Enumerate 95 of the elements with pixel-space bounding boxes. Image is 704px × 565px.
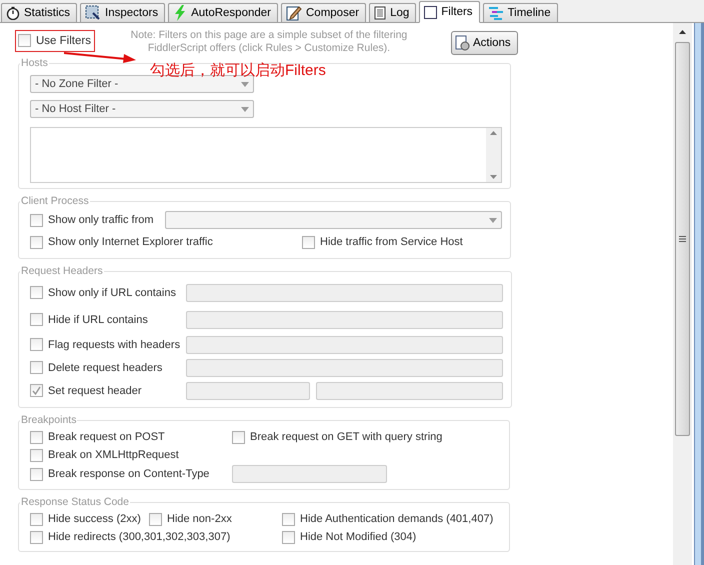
grip-icon [679,236,686,242]
checkbox[interactable] [282,512,295,526]
checkbox-text: Use Filters [36,34,91,46]
checkbox-label[interactable]: Show only if URL contains [30,286,176,299]
group-title: Hosts [20,57,49,69]
header-name-field[interactable] [186,382,310,400]
tab[interactable]: Filters [419,1,480,23]
checkbox-label[interactable]: Hide non-2xx [149,512,232,526]
checkbox[interactable] [30,214,43,226]
scroll-down-icon[interactable] [490,175,497,179]
content-type-field[interactable] [232,465,387,483]
lightning-icon [173,5,188,21]
checkbox-text: Hide success (2xx) [48,513,141,525]
checkbox[interactable] [18,34,31,47]
checkbox[interactable] [30,448,43,462]
checkbox-label[interactable]: Hide if URL contains [30,313,148,326]
checkbox-text: Break on XMLHttpRequest [48,449,179,461]
checkbox-text: Set request header [48,384,142,396]
tab[interactable]: Composer [281,3,366,22]
checkbox[interactable] [30,236,43,248]
use-filters-checkbox[interactable]: Use Filters [18,34,91,47]
checkbox[interactable] [30,313,43,326]
checkbox[interactable] [30,361,43,374]
text-field[interactable] [186,358,503,376]
checkbox[interactable] [30,430,43,444]
gear-document-icon [454,35,471,51]
checkbox-label[interactable]: Hide success (2xx) [30,512,141,526]
checkbox-text: Delete request headers [48,362,162,374]
checkbox[interactable] [282,530,295,544]
group-title: Breakpoints [20,414,78,426]
header-value-field[interactable] [316,382,503,400]
checkbox-text: Show only traffic from [48,214,154,226]
arrow-icon [64,50,138,64]
checkbox-label[interactable]: Hide Not Modified (304) [282,530,416,544]
checkbox-text: Hide Authentication demands (401,407) [300,513,494,525]
checkbox-label[interactable]: Set request header [30,384,142,397]
dropdown-arrow-icon [489,218,497,222]
checkbox-label[interactable]: Show only traffic from [30,214,154,226]
checkbox-text: Hide traffic from Service Host [320,236,463,248]
tab[interactable]: Timeline [482,3,558,22]
scrollbar[interactable] [673,23,692,565]
dropdown-arrow-icon [241,82,249,86]
checkbox-text: Show only Internet Explorer traffic [48,236,213,248]
checkbox[interactable] [30,512,43,526]
checkbox-text: Show only if URL contains [48,286,176,298]
checkbox[interactable] [30,468,43,480]
checkbox[interactable] [30,530,43,544]
text-field[interactable] [186,310,503,328]
text-field[interactable] [186,336,503,354]
tab[interactable]: Log [369,3,416,22]
checkbox-label[interactable]: Hide Authentication demands (401,407) [282,512,494,526]
group-title: Client Process [20,195,90,207]
actions-button[interactable]: Actions [450,31,518,55]
checkbox[interactable] [30,286,43,299]
group-title: Request Headers [20,265,104,277]
process-dropdown[interactable] [165,211,502,229]
checkbox-label[interactable]: Break request on POST [30,430,165,444]
checkbox-text: Break request on GET with query string [250,431,442,443]
checkbox-text: Hide redirects (300,301,302,303,307) [48,531,230,543]
checkbox-label[interactable]: Hide traffic from Service Host [302,236,463,248]
note-text: Note: Filters on this page are a simple subset of the filtering FiddlerScript offers (click Rules > Customize Rules). [130,29,408,55]
tab[interactable]: Statistics [1,3,78,22]
square-icon [424,6,438,18]
checkbox-label[interactable]: Delete request headers [30,361,162,374]
grid-icon [85,5,102,21]
pencil-note-icon [286,5,302,21]
host-filter-dropdown[interactable]: - No Host Filter - [30,100,254,118]
checkbox-label[interactable]: Break request on GET with query string [232,430,442,444]
scrollbar[interactable] [486,128,501,182]
tab[interactable]: AutoResponder [168,3,278,22]
checkbox-label[interactable]: Hide redirects (300,301,302,303,307) [30,530,230,544]
checkbox[interactable] [232,430,245,444]
group-title: Response Status Code [20,496,130,508]
dropdown-arrow-icon [241,106,249,112]
timeline-icon [488,6,504,20]
scroll-thumb[interactable] [675,42,690,436]
checkbox-text: Flag requests with headers [48,338,180,350]
checkbox-text: Hide if URL contains [48,314,148,326]
checkbox-text: Break response on Content-Type [48,468,210,480]
hosts-text-area[interactable] [30,127,502,183]
checkbox-text: Hide Not Modified (304) [300,531,416,543]
checkbox[interactable] [302,236,315,248]
tab[interactable]: Inspectors [80,3,166,22]
checkbox[interactable] [149,512,162,526]
document-icon [374,6,386,20]
checkbox-label[interactable]: Break response on Content-Type [30,468,210,480]
checkbox-text: Hide non-2xx [167,513,232,525]
checkbox-label[interactable]: Flag requests with headers [30,338,180,351]
checkbox[interactable] [30,384,43,397]
stopwatch-icon [6,6,20,20]
checkbox-text: Break request on POST [48,431,165,443]
text-field[interactable] [186,284,503,302]
checkbox-label[interactable]: Break on XMLHttpRequest [30,448,179,462]
checkbox[interactable] [30,338,43,351]
checkbox-label[interactable]: Show only Internet Explorer traffic [30,236,213,248]
